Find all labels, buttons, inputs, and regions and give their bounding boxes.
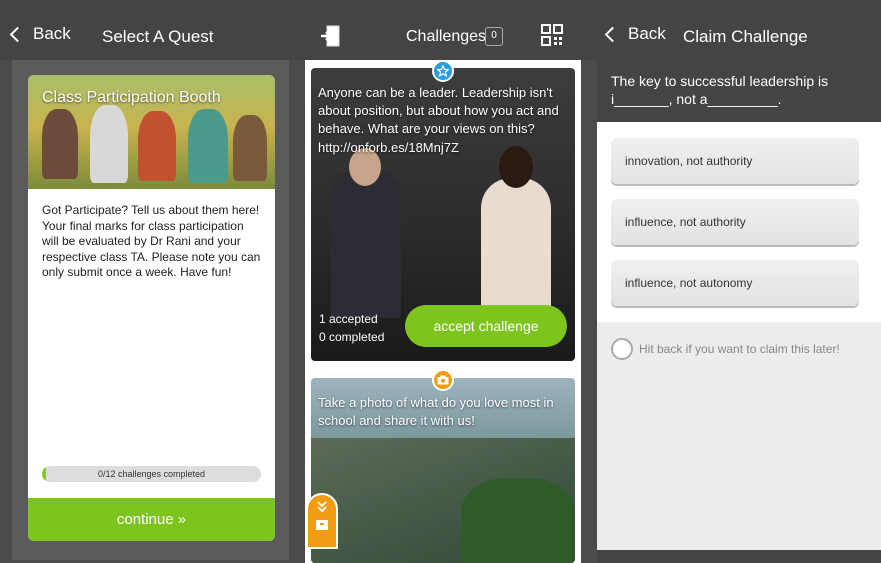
exit-icon[interactable] xyxy=(319,24,341,48)
top-bar: Challenges 0 xyxy=(289,0,597,60)
chevron-left-icon xyxy=(9,26,26,42)
answer-option-1[interactable]: innovation, not authority xyxy=(611,138,859,184)
page-title: Claim Challenge xyxy=(683,27,808,46)
answer-list: innovation, not authority influence, not… xyxy=(597,122,881,322)
hint-area: Hit back if you want to claim this later… xyxy=(597,322,881,550)
bottom-bar xyxy=(597,550,881,563)
challenge-text: Take a photo of what do you love most in… xyxy=(318,395,554,429)
quest-hero-image: Class Participation Booth xyxy=(28,75,275,189)
progress-text: 0/12 challenges completed xyxy=(97,469,206,479)
top-bar: Back Claim Challenge xyxy=(597,0,881,60)
select-quest-screen: Back Select A Quest Class Participation … xyxy=(0,0,289,563)
challenge-card[interactable]: Take a photo of what do you love most in… xyxy=(311,378,575,563)
answer-option-3[interactable]: influence, not autonomy xyxy=(611,260,859,306)
challenge-count-badge: 0 xyxy=(485,27,503,46)
star-icon xyxy=(432,60,454,82)
back-button[interactable]: Back xyxy=(604,24,666,44)
hint-text: Hit back if you want to claim this later… xyxy=(639,342,840,356)
challenge-stats: 1 accepted 0 completed xyxy=(319,311,384,346)
continue-button[interactable]: continue » xyxy=(28,498,275,541)
quest-description: Got Participate? Tell us about them here… xyxy=(42,203,261,280)
top-bar: Back Select A Quest xyxy=(0,0,289,60)
drawer-toggle[interactable] xyxy=(306,493,338,549)
challenges-screen: Challenges 0 Anyone can be a leader. Lea… xyxy=(289,0,597,563)
quest-progress-bar: 0/12 challenges completed xyxy=(42,466,261,482)
archive-icon xyxy=(316,520,328,530)
back-button[interactable]: Back xyxy=(9,24,71,44)
answer-option-2[interactable]: influence, not authority xyxy=(611,199,859,245)
video-person-left xyxy=(331,168,401,318)
camera-icon xyxy=(432,369,454,391)
question-text: The key to successful leadership is i___… xyxy=(597,60,881,122)
challenge-feed[interactable]: Anyone can be a leader. Leadership isn't… xyxy=(305,60,581,563)
qr-code-icon[interactable] xyxy=(541,24,563,46)
back-label: Back xyxy=(628,24,666,43)
claim-challenge-screen: Back Claim Challenge The key to successf… xyxy=(597,0,881,563)
video-person-right xyxy=(481,178,551,318)
completed-count: 0 completed xyxy=(319,329,385,344)
quest-card[interactable]: Class Participation Booth Got Participat… xyxy=(28,75,275,541)
accepted-count: 1 accepted xyxy=(319,312,378,327)
photo-trees xyxy=(461,478,575,563)
page-title: Challenges xyxy=(406,28,487,45)
quest-title: Class Participation Booth xyxy=(42,89,221,106)
double-chevron-down-icon xyxy=(317,501,327,513)
challenge-card[interactable]: Anyone can be a leader. Leadership isn't… xyxy=(311,68,575,361)
chevron-left-icon xyxy=(604,26,621,42)
page-title: Select A Quest xyxy=(102,27,214,46)
lightbulb-icon xyxy=(611,338,633,360)
accept-challenge-button[interactable]: accept challenge xyxy=(405,305,567,347)
back-label: Back xyxy=(33,24,71,43)
challenge-text: Anyone can be a leader. Leadership isn't… xyxy=(318,85,559,155)
